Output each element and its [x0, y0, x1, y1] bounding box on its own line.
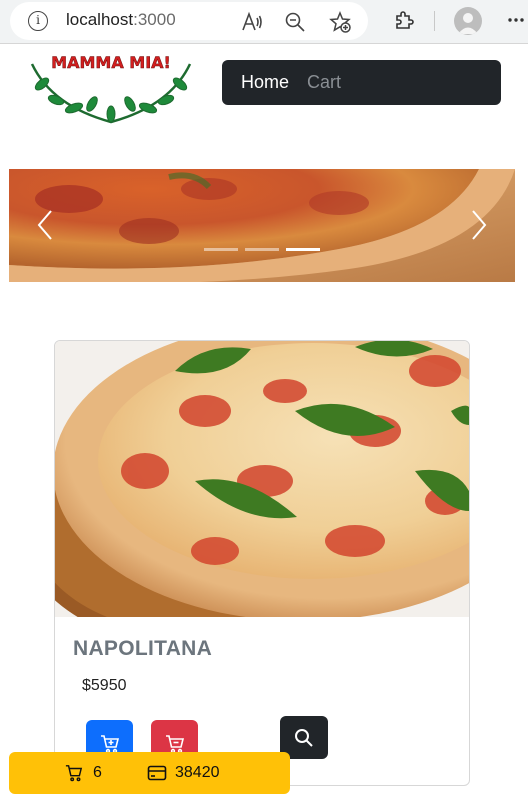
address-bar[interactable]: i localhost:3000 [10, 2, 368, 40]
cart-count: 6 [93, 764, 102, 781]
read-aloud-icon[interactable] [240, 10, 264, 34]
logo-text: MAMMA MIA! [51, 53, 171, 72]
pizza-price: $5950 [82, 677, 127, 694]
carousel-indicator-2[interactable] [245, 248, 279, 251]
carousel-slide-image [9, 169, 515, 282]
cart-plus-icon [100, 734, 119, 753]
cart-remove-icon [165, 734, 184, 753]
pizza-name: NAPOLITANA [73, 637, 213, 660]
nav-home-link[interactable]: Home [241, 72, 289, 93]
search-icon [295, 728, 313, 747]
mamma-mia-logo[interactable]: MAMMA MIA! [22, 44, 200, 126]
add-favorite-icon[interactable] [328, 10, 352, 34]
pizza-image [55, 341, 469, 617]
more-icon[interactable] [502, 8, 528, 32]
url-text: localhost:3000 [66, 10, 176, 30]
cart-total: 38420 [175, 764, 220, 781]
cart-summary-bar[interactable]: 6 38420 [9, 752, 290, 794]
wallet-icon [147, 765, 167, 781]
carousel-indicator-1[interactable] [204, 248, 238, 251]
profile-avatar[interactable] [454, 7, 482, 35]
browser-toolbar: i localhost:3000 [0, 0, 528, 44]
puzzle-icon[interactable] [392, 8, 416, 32]
carousel [9, 169, 515, 282]
chevron-left-icon[interactable] [31, 207, 61, 243]
info-icon[interactable]: i [28, 11, 48, 31]
nav-cart-link[interactable]: Cart [307, 72, 341, 93]
zoom-out-icon[interactable] [283, 10, 307, 34]
cart-icon [65, 765, 83, 782]
carousel-indicator-3[interactable] [286, 248, 320, 251]
url-host: localhost [66, 10, 134, 29]
pizza-card: NAPOLITANA $5950 [54, 340, 470, 786]
navbar: Home Cart [222, 60, 501, 105]
laurel-wreath [30, 63, 192, 124]
toolbar-separator [434, 11, 435, 31]
url-port: :3000 [133, 10, 176, 29]
chevron-right-icon[interactable] [463, 207, 493, 243]
